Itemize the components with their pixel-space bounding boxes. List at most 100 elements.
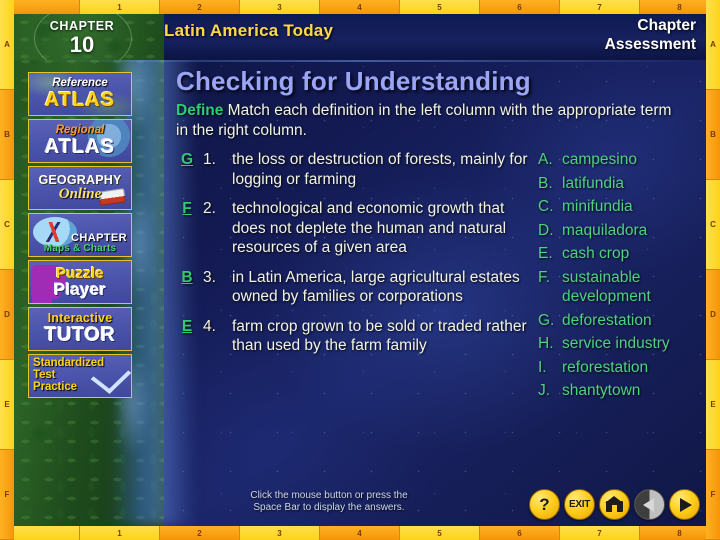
home-door-shape [612,505,617,512]
ruler-top-seg: 7 [560,0,640,14]
sidebar-item-interactive-tutor[interactable]: Interactive TUTOR [28,307,132,351]
ruler-left: A B C D E F [0,0,14,540]
definition-item: F 2. technological and economic growth t… [176,199,536,258]
term-word: campesino [562,151,637,168]
term-item: D. maquiladora [538,221,706,241]
help-button[interactable]: ? [529,489,560,520]
term-word: maquiladora [562,221,648,239]
ruler-left-seg: B [0,90,14,180]
ruler-right-seg: F [706,450,720,540]
term-letter: J. [538,382,551,399]
ruler-bottom-seg: 4 [320,526,400,540]
definitions-column: G 1. the loss or destruction of forests,… [164,150,536,405]
question-number: 2. [203,200,216,217]
ruler-left-seg: A [0,0,14,90]
sidebar-label-line2: TUTOR [44,324,116,347]
left-triangle-shape [643,497,654,512]
resource-sidebar: Reference ATLAS Regional ATLAS GEOGRAPHY… [28,72,132,398]
sidebar-item-chapter-maps-charts[interactable]: CHAPTER Maps & Charts [28,213,132,257]
directions-keyword: Define [176,102,224,119]
terms-column: A. campesino B. latifundia C. minifundia… [536,150,706,405]
definition-text: in Latin America, large agricultural est… [232,268,520,306]
ruler-top-seg: 2 [160,0,240,14]
term-word: reforestation [562,358,649,376]
ruler-bottom-seg: 1 [80,526,160,540]
definition-text: farm crop grown to be sold or traded rat… [232,317,527,355]
term-letter: F. [538,268,551,286]
home-button[interactable] [599,489,630,520]
matching-columns: G 1. the loss or destruction of forests,… [164,150,706,405]
ruler-left-seg: C [0,180,14,270]
ruler-top: 1 2 3 4 5 6 7 8 [0,0,720,14]
ruler-right-seg: E [706,360,720,450]
ruler-left-seg: F [0,450,14,540]
sidebar-item-puzzle-player[interactable]: Puzzle Player [28,260,132,304]
term-item: H. service industry [538,334,706,354]
ruler-right-seg: A [706,0,720,90]
sidebar-label-line2: Online [58,185,102,202]
term-letter: E. [538,245,553,262]
term-word: sustainable development [562,268,651,306]
click-hint-line1: Click the mouse button or press the [250,490,408,501]
term-item: I. reforestation [538,358,706,378]
slide-viewer: 1 2 3 4 5 6 7 8 1 2 3 4 5 6 7 8 A B C D … [0,0,720,540]
ruler-top-seg: 5 [400,0,480,14]
ruler-right: A B C D E F [706,0,720,540]
term-letter: D. [538,221,554,239]
next-button[interactable] [669,489,700,520]
ruler-left-seg: D [0,270,14,360]
term-item: J. shantytown [538,381,706,401]
sidebar-item-reference-atlas[interactable]: Reference ATLAS [28,72,132,116]
directions-body: Match each definition in the left column… [176,102,672,139]
sidebar-item-regional-atlas[interactable]: Regional ATLAS [28,119,132,163]
sidebar-label-line1: Reference [52,76,108,89]
ruler-right-seg: B [706,90,720,180]
term-word: service industry [562,335,670,352]
definition-item: B 3. in Latin America, large agricultura… [176,268,536,307]
answer-blank[interactable]: B [176,268,198,307]
ruler-top-seg: 6 [480,0,560,14]
term-word: minifundia [562,198,633,215]
sidebar-label-line1: GEOGRAPHY [38,172,122,187]
term-word: shantytown [562,382,641,399]
home-icon [605,496,623,512]
ruler-bottom-seg: 3 [240,526,320,540]
definition-item: E 4. farm crop grown to be sold or trade… [176,317,536,356]
directions-text: Define Match each definition in the left… [176,101,674,140]
ruler-bottom-seg: 6 [480,526,560,540]
sidebar-item-geography-online[interactable]: GEOGRAPHY Online [28,166,132,210]
ruler-bottom: 1 2 3 4 5 6 7 8 [0,526,720,540]
chapter-number: 10 [69,32,95,57]
exit-button[interactable]: EXIT [564,489,595,520]
section-title-line1: Chapter [637,17,696,34]
term-letter: H. [538,335,554,352]
sidebar-label-line1: Puzzle [56,264,104,282]
term-word: latifundia [562,174,625,192]
question-number: 1. [203,151,216,168]
ruler-right-seg: D [706,270,720,360]
previous-button[interactable] [634,489,665,520]
ruler-bottom-seg: 5 [400,526,480,540]
sidebar-label-line2: Maps & Charts [43,242,117,254]
term-item: C. minifundia [538,197,706,217]
sidebar-item-standardized-test-practice[interactable]: Standardized Test Practice [28,354,132,398]
sidebar-label-line3: Practice [33,380,77,393]
term-item: B. latifundia [538,174,706,194]
sidebar-label-line2: ATLAS [44,135,116,158]
term-letter: G. [538,311,555,329]
header-divider [14,60,706,62]
definition-text: the loss or destruction of forests, main… [232,151,528,188]
answer-blank[interactable]: F [176,199,198,258]
slide-header: CHAPTER 10 Latin America Today Chapter A… [14,14,706,60]
question-mark-icon: ? [539,495,550,514]
question-number: 4. [203,317,216,335]
ruler-top-seg: 3 [240,0,320,14]
slide-canvas: CHAPTER 10 Latin America Today Chapter A… [14,14,706,526]
term-letter: B. [538,174,553,192]
exit-label: EXIT [568,498,591,510]
ruler-bottom-seg: 2 [160,526,240,540]
answer-blank[interactable]: G [176,150,198,189]
answer-blank[interactable]: E [176,317,198,356]
click-hint: Click the mouse button or press the Spac… [164,490,494,514]
ruler-top-seg: 1 [80,0,160,14]
